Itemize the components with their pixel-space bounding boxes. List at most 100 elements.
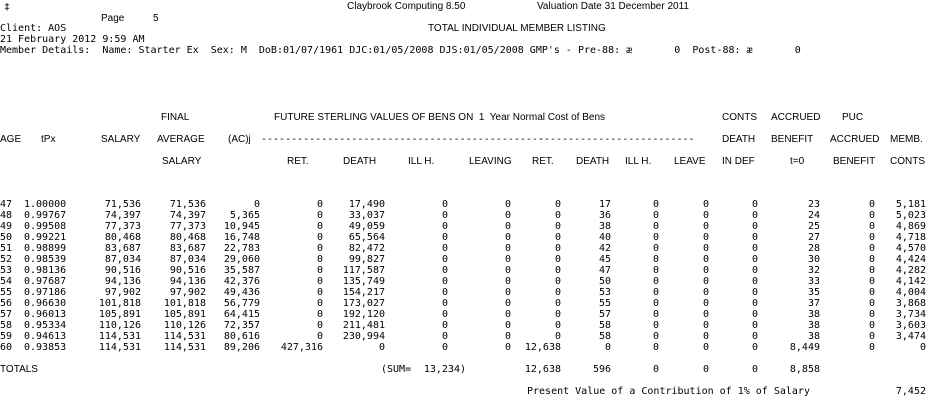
cell-memb-conts: 4,004 — [895, 287, 926, 298]
cell-death: 0 — [378, 342, 385, 353]
totals-ret-2: 12,638 — [524, 364, 561, 375]
cell-ill-h-2: 0 — [652, 320, 659, 331]
cell-accrued-t0: 30 — [807, 254, 820, 265]
cell-ret: 0 — [316, 254, 323, 265]
cell-final-avg: 101,818 — [163, 298, 206, 309]
cell-accrued-t0: 8,449 — [789, 342, 820, 353]
hdr-accrued: ACCRUED — [771, 112, 821, 123]
cell-death-2: 50 — [598, 276, 611, 287]
cell-puc-benefit: 0 — [868, 221, 875, 232]
cell-death: 211,481 — [342, 320, 385, 331]
cell-memb-conts: 4,869 — [895, 221, 926, 232]
cell-leave-2: 0 — [702, 287, 709, 298]
run-datetime: 21 February 2012 9:59 AM — [0, 34, 145, 45]
cell-death-2: 40 — [598, 232, 611, 243]
client-line: Client: AOS — [0, 23, 67, 34]
cell-death: 135,749 — [342, 276, 385, 287]
cell-ill-h: 0 — [441, 265, 448, 276]
cell-final-avg: 94,136 — [169, 276, 206, 287]
cell-age: 56 — [0, 298, 13, 309]
cell-in-def: 0 — [751, 254, 758, 265]
cell-leave-2: 0 — [702, 243, 709, 254]
member-details: Member Details: Name: Starter Ex Sex: M … — [0, 45, 801, 56]
cell-death: 154,217 — [342, 287, 385, 298]
cell-death: 99,827 — [348, 254, 385, 265]
cell-age: 60 — [0, 342, 13, 353]
cell-ill-h-2: 0 — [652, 298, 659, 309]
cell-age: 53 — [0, 265, 13, 276]
cell-accrued-t0: 27 — [807, 232, 820, 243]
cell-ill-h: 0 — [441, 276, 448, 287]
cell-memb-conts: 3,868 — [895, 298, 926, 309]
cell-death: 230,994 — [342, 331, 385, 342]
cell-ill-h-2: 0 — [652, 309, 659, 320]
cell-tpx: 1.00000 — [24, 199, 67, 210]
cell-final-avg: 77,373 — [169, 221, 206, 232]
cell-ill-h-2: 0 — [652, 276, 659, 287]
cell-in-def: 0 — [751, 331, 758, 342]
cell-acj: 22,783 — [223, 243, 260, 254]
cell-acj: 10,945 — [223, 221, 260, 232]
cell-ill-h-2: 0 — [652, 232, 659, 243]
hdr-memb: MEMB. — [890, 134, 923, 145]
page-number: 5 — [153, 13, 159, 24]
cell-acj: 35,587 — [223, 265, 260, 276]
cell-tpx: 0.96630 — [24, 298, 67, 309]
cell-ill-h: 0 — [441, 320, 448, 331]
cell-ret-2: 0 — [554, 243, 561, 254]
cell-leave-2: 0 — [702, 331, 709, 342]
cell-puc-benefit: 0 — [868, 331, 875, 342]
cell-final-avg: 114,531 — [163, 342, 206, 353]
cell-death-2: 38 — [598, 221, 611, 232]
software-name: Claybrook Computing 8.50 — [347, 1, 466, 12]
cell-puc-benefit: 0 — [868, 243, 875, 254]
cell-salary: 90,516 — [104, 265, 141, 276]
cell-final-avg: 105,891 — [163, 309, 206, 320]
cell-in-def: 0 — [751, 243, 758, 254]
valuation-date: Valuation Date 31 December 2011 — [537, 1, 689, 12]
cell-accrued-t0: 33 — [807, 276, 820, 287]
cell-final-avg: 110,126 — [163, 320, 206, 331]
cell-ret: 0 — [316, 199, 323, 210]
cell-tpx: 0.98899 — [24, 243, 67, 254]
cell-memb-conts: 5,023 — [895, 210, 926, 221]
cell-leave-2: 0 — [702, 342, 709, 353]
cell-salary: 101,818 — [98, 298, 141, 309]
cell-ret-2: 0 — [554, 331, 561, 342]
cell-ill-h-2: 0 — [652, 210, 659, 221]
hdr-death-2: DEATH — [576, 156, 610, 167]
hdr-ill-2: ILL H. — [625, 156, 652, 167]
cell-death-2: 55 — [598, 298, 611, 309]
cell-leave-2: 0 — [702, 320, 709, 331]
cell-puc-benefit: 0 — [868, 276, 875, 287]
cell-salary: 74,397 — [104, 210, 141, 221]
hdr-dashes-left: ----------------------------------------… — [261, 134, 544, 145]
cell-salary: 71,536 — [104, 199, 141, 210]
cell-ret-2: 0 — [554, 210, 561, 221]
cell-ill-h: 0 — [441, 254, 448, 265]
cell-puc-benefit: 0 — [868, 342, 875, 353]
cell-ret: 0 — [316, 298, 323, 309]
cell-ill-h: 0 — [441, 243, 448, 254]
hdr-accrued-benefit: ACCRUED — [830, 134, 880, 145]
cell-puc-benefit: 0 — [868, 298, 875, 309]
cell-salary: 97,902 — [104, 287, 141, 298]
cell-memb-conts: 0 — [919, 342, 926, 353]
hdr-salary-avg: SALARY — [162, 156, 202, 167]
cell-memb-conts: 4,142 — [895, 276, 926, 287]
cell-salary: 105,891 — [98, 309, 141, 320]
cell-acj: 80,616 — [223, 331, 260, 342]
cell-salary: 114,531 — [98, 331, 141, 342]
cell-acj: 72,357 — [223, 320, 260, 331]
cell-ill-h-2: 0 — [652, 265, 659, 276]
hdr-conts: CONTS — [722, 112, 757, 123]
cell-ret-2: 0 — [554, 232, 561, 243]
present-value-amount: 7,452 — [895, 386, 926, 397]
cell-age: 57 — [0, 309, 13, 320]
cell-final-avg: 87,034 — [169, 254, 206, 265]
cell-accrued-t0: 37 — [807, 298, 820, 309]
cell-leave-2: 0 — [702, 221, 709, 232]
cell-salary: 87,034 — [104, 254, 141, 265]
cell-age: 55 — [0, 287, 13, 298]
totals-in-def: 0 — [751, 364, 758, 375]
